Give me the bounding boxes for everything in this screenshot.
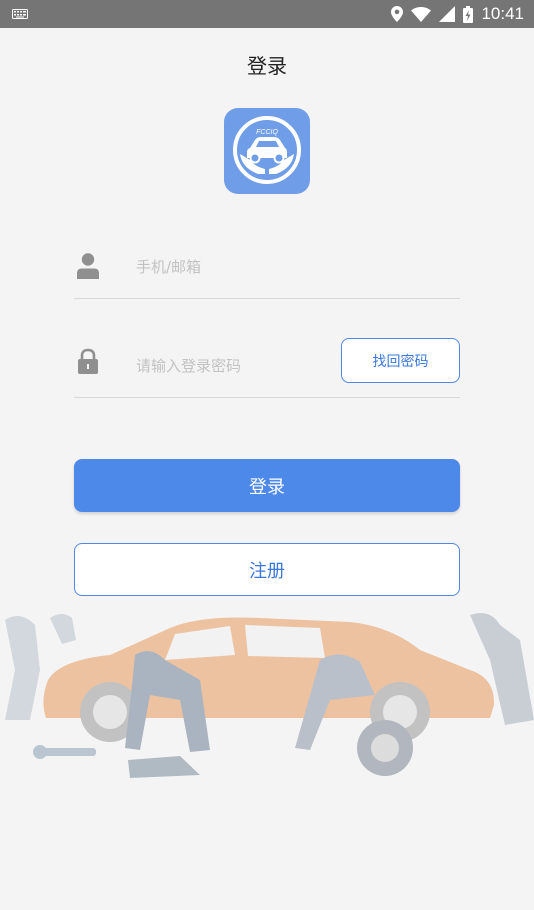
- password-field: 找回密码: [74, 338, 460, 398]
- password-input[interactable]: [136, 346, 336, 386]
- lock-icon: [78, 348, 98, 374]
- mechanics-car-illustration: [5, 612, 534, 778]
- login-button[interactable]: 登录: [74, 459, 460, 512]
- wifi-icon: [411, 6, 432, 22]
- status-bar: 10:41: [0, 0, 534, 28]
- account-input[interactable]: [136, 247, 336, 287]
- signal-icon: [439, 6, 456, 22]
- app-logo: FCCIQ: [224, 108, 310, 194]
- page-title: 登录: [247, 54, 287, 78]
- user-icon: [77, 253, 99, 279]
- status-time: 10:41: [481, 4, 524, 23]
- logo-text: FCCIQ: [256, 129, 278, 136]
- forgot-password-button[interactable]: 找回密码: [341, 338, 460, 383]
- keyboard-icon: [12, 9, 28, 19]
- account-field: [74, 239, 460, 299]
- battery-charging-icon: [463, 5, 474, 23]
- register-button[interactable]: 注册: [74, 543, 460, 596]
- car-in-hands-logo-icon: FCCIQ: [233, 116, 301, 184]
- location-icon: [391, 6, 404, 22]
